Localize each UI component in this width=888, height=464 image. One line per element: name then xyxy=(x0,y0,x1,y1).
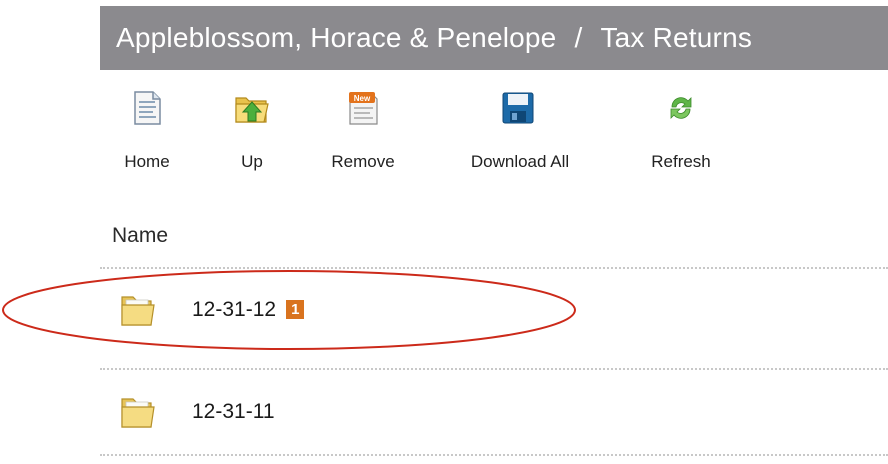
remove-label: Remove xyxy=(331,152,395,171)
folder-name-text: 12-31-12 xyxy=(192,298,277,321)
header-divider xyxy=(100,267,888,269)
svg-text:New: New xyxy=(354,94,371,103)
folder-up-arrow-icon xyxy=(235,97,269,123)
title-bar: Appleblossom, Horace & Penelope / Tax Retu… xyxy=(100,6,888,70)
breadcrumb-folder: Tax Returns xyxy=(600,22,753,53)
name-column-header[interactable]: Name xyxy=(112,224,168,248)
download-all-label: Download All xyxy=(470,152,570,171)
home-label: Home xyxy=(124,152,170,171)
breadcrumb-client[interactable]: Appleblossom, Horace & Penelope xyxy=(116,22,556,53)
up-button[interactable]: Up xyxy=(222,86,282,182)
list-item[interactable]: 12-31-11 xyxy=(100,384,888,444)
file-browser: Appleblossom, Horace & Penelope / Tax Retu… xyxy=(0,0,888,464)
refresh-arrows-icon xyxy=(670,97,692,119)
folder-name-text: 12-31-11 xyxy=(192,400,275,423)
remove-button[interactable]: New Remove xyxy=(322,86,404,182)
folder-icon xyxy=(121,296,155,326)
new-items-badge: 1 xyxy=(286,300,305,319)
folder-icon xyxy=(121,398,155,428)
floppy-disk-icon xyxy=(502,92,534,124)
list-item[interactable]: 12-31-12 1 xyxy=(100,282,888,342)
home-button[interactable]: Home xyxy=(112,86,182,182)
folder-name: 12-31-12 1 xyxy=(192,298,305,322)
new-document-icon: New xyxy=(349,92,378,125)
row-divider xyxy=(100,368,888,370)
refresh-button[interactable]: Refresh xyxy=(636,86,726,182)
home-document-icon xyxy=(134,91,161,125)
breadcrumb: Appleblossom, Horace & Penelope / Tax Retu… xyxy=(116,22,752,54)
up-label: Up xyxy=(241,152,263,171)
breadcrumb-separator: / xyxy=(574,22,583,53)
row-divider xyxy=(100,454,888,456)
refresh-label: Refresh xyxy=(651,152,711,171)
folder-name: 12-31-11 xyxy=(192,400,275,424)
download-all-button[interactable]: Download All xyxy=(452,86,588,182)
